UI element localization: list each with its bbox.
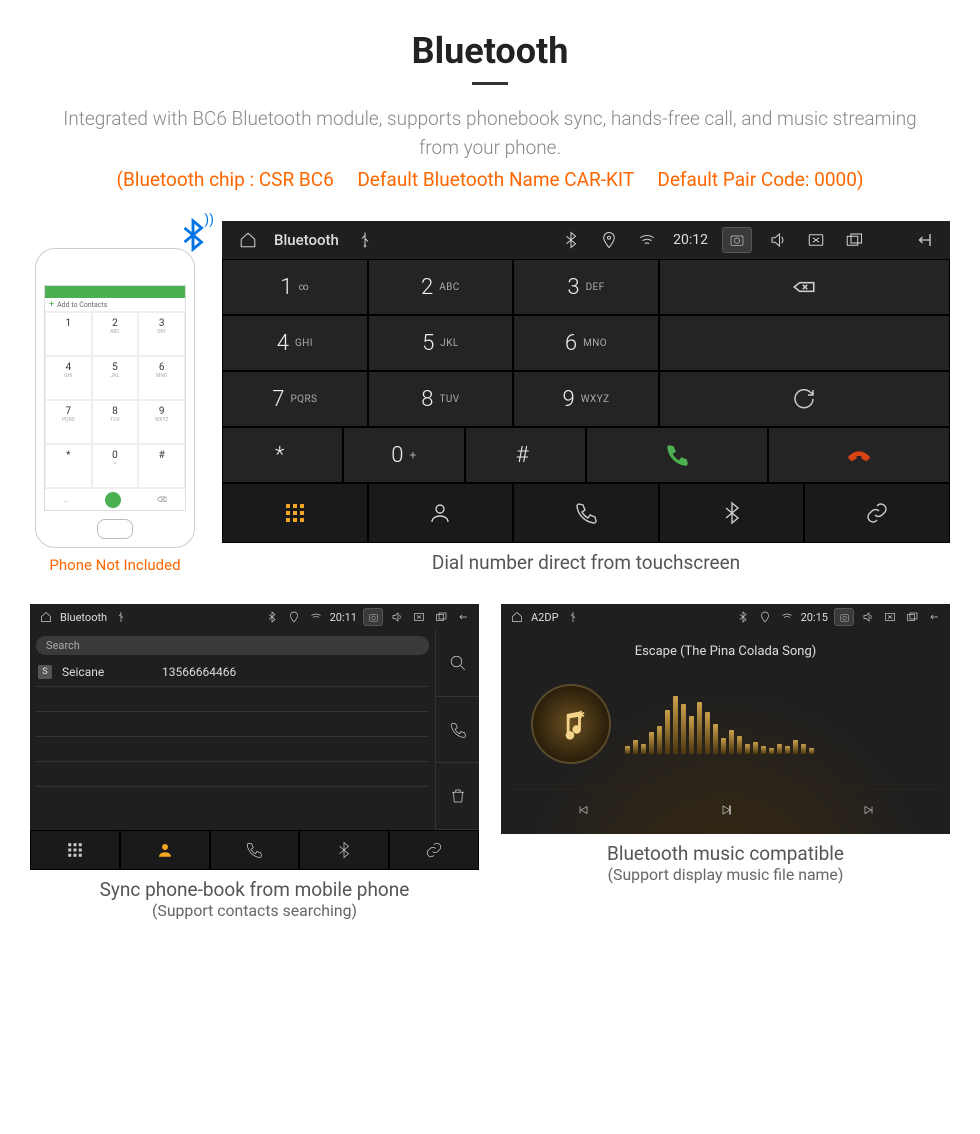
home-icon[interactable] <box>509 609 525 625</box>
music-screen: A2DP 20:15 Escape (The Pina Colada Song) <box>501 604 950 834</box>
usb-icon <box>565 609 581 625</box>
recent-apps-icon[interactable] <box>904 609 920 625</box>
key-2[interactable]: 2ABC <box>368 259 514 315</box>
prev-button[interactable] <box>569 796 597 824</box>
wifi-icon <box>635 228 659 252</box>
play-button[interactable] <box>712 796 740 824</box>
music-caption: Bluetooth music compatible(Support displ… <box>501 842 950 884</box>
tab-calls[interactable] <box>210 830 300 870</box>
location-icon <box>597 228 621 252</box>
volume-icon[interactable] <box>860 609 876 625</box>
recent-apps-icon[interactable] <box>842 228 866 252</box>
bluetooth-status-icon <box>264 609 280 625</box>
volume-icon[interactable] <box>389 609 405 625</box>
back-icon[interactable] <box>455 609 471 625</box>
volume-icon[interactable] <box>766 228 790 252</box>
back-icon[interactable] <box>912 228 936 252</box>
tab-bluetooth[interactable] <box>299 830 389 870</box>
key-9[interactable]: 9WXYZ <box>513 371 659 427</box>
tab-bluetooth[interactable] <box>659 483 805 543</box>
dialer-caption: Dial number direct from touchscreen <box>222 551 950 574</box>
wifi-icon <box>308 609 324 625</box>
home-icon[interactable] <box>38 609 54 625</box>
clock: 20:11 <box>330 611 357 624</box>
phone-mockup: +Add to Contacts 1 2ABC3DEF 4GHI5JKL6MNO… <box>35 248 195 548</box>
key-0[interactable]: 0+ <box>343 427 464 483</box>
tab-contacts[interactable] <box>368 483 514 543</box>
contact-name: Seicane <box>62 665 152 679</box>
key-8[interactable]: 8TUV <box>368 371 514 427</box>
delete-button[interactable] <box>436 763 479 830</box>
wifi-icon <box>779 609 795 625</box>
album-art-icon: ✱ <box>531 684 611 764</box>
screenshot-icon[interactable] <box>722 227 752 253</box>
bluetooth-status-icon <box>735 609 751 625</box>
usb-icon <box>353 228 377 252</box>
key-5[interactable]: 5JKL <box>368 315 514 371</box>
title-separator <box>472 82 508 85</box>
close-app-icon[interactable] <box>882 609 898 625</box>
location-icon <box>757 609 773 625</box>
app-title: A2DP <box>531 611 559 624</box>
tab-keypad[interactable] <box>30 830 120 870</box>
tab-keypad[interactable] <box>222 483 368 543</box>
call-button[interactable] <box>436 697 479 764</box>
tab-pair[interactable] <box>804 483 950 543</box>
page-description: Integrated with BC6 Bluetooth module, su… <box>30 105 950 162</box>
clock: 20:15 <box>801 611 828 624</box>
search-input[interactable]: Search <box>36 636 429 655</box>
key-3[interactable]: 3DEF <box>513 259 659 315</box>
key-7[interactable]: 7PQRS <box>222 371 368 427</box>
key-hash[interactable]: # <box>465 427 586 483</box>
close-app-icon[interactable] <box>804 228 828 252</box>
next-button[interactable] <box>855 796 883 824</box>
tab-pair[interactable] <box>389 830 479 870</box>
contacts-caption: Sync phone-book from mobile phone(Suppor… <box>30 878 479 920</box>
app-title: Bluetooth <box>274 231 339 249</box>
recent-apps-icon[interactable] <box>433 609 449 625</box>
key-4[interactable]: 4GHI <box>222 315 368 371</box>
spec-line: (Bluetooth chip : CSR BC6 Default Blueto… <box>30 168 950 191</box>
close-app-icon[interactable] <box>411 609 427 625</box>
contact-row[interactable]: S Seicane 13566664466 <box>36 661 429 683</box>
location-icon <box>286 609 302 625</box>
phone-note: Phone Not Included <box>30 556 200 574</box>
back-icon[interactable] <box>926 609 942 625</box>
home-icon[interactable] <box>236 228 260 252</box>
page-title: Bluetooth <box>30 30 950 72</box>
contacts-screen: Bluetooth 20:11 Search <box>30 604 479 870</box>
search-button[interactable] <box>436 630 479 697</box>
refresh-button[interactable] <box>659 371 950 427</box>
key-6[interactable]: 6MNO <box>513 315 659 371</box>
dialer-screen: Bluetooth 20:12 1∞2ABC3DEF 4GHI5JKL6MNO 7P… <box>222 221 950 543</box>
bluetooth-status-icon <box>559 228 583 252</box>
clock: 20:12 <box>673 232 708 248</box>
usb-icon <box>113 609 129 625</box>
app-title: Bluetooth <box>60 611 107 624</box>
key-star[interactable]: * <box>222 427 343 483</box>
key-1[interactable]: 1∞ <box>222 259 368 315</box>
visualizer <box>625 694 920 754</box>
end-call-button[interactable] <box>768 427 950 483</box>
track-name: Escape (The Pina Colada Song) <box>635 644 817 659</box>
call-button[interactable] <box>586 427 768 483</box>
empty <box>659 315 950 371</box>
tab-calls[interactable] <box>513 483 659 543</box>
contact-initial: S <box>38 665 52 679</box>
contact-number: 13566664466 <box>162 665 236 679</box>
screenshot-icon[interactable] <box>363 608 383 626</box>
tab-contacts[interactable] <box>120 830 210 870</box>
screenshot-icon[interactable] <box>834 608 854 626</box>
backspace-button[interactable] <box>659 259 950 315</box>
